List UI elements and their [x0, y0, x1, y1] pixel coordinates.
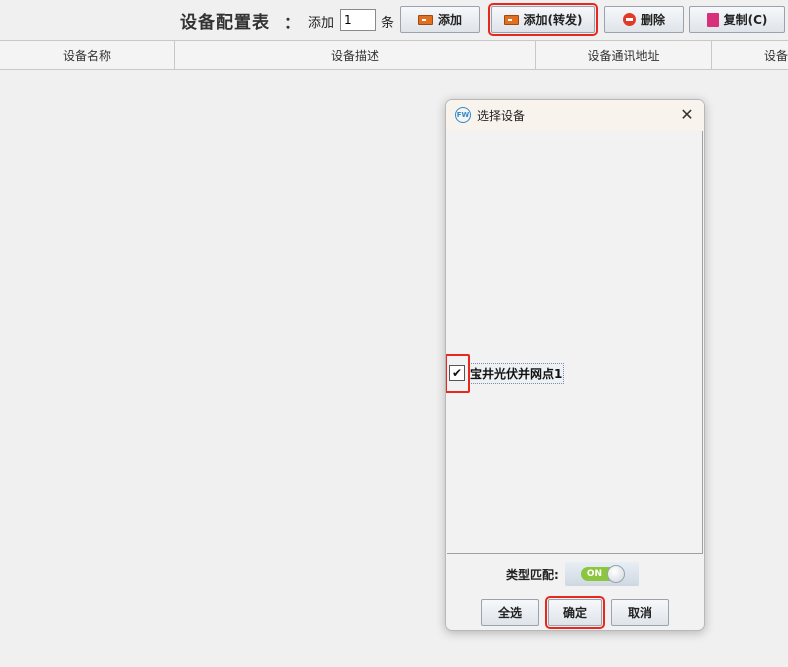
select-all-button[interactable]: 全选 [481, 599, 539, 626]
type-match-label: 类型匹配: [506, 567, 559, 582]
device-item-label[interactable]: 宝井光伏并网点1 [468, 362, 565, 384]
column-header-device-address[interactable]: 设备通讯地址 [536, 41, 712, 70]
add-button-label: 添加 [437, 13, 462, 27]
column-header-device-more[interactable]: 设备 [712, 41, 788, 70]
toggle-knob-icon [606, 565, 625, 583]
checkbox-highlight [446, 354, 470, 393]
add-count-unit: 条 [381, 16, 395, 31]
cancel-button[interactable]: 取消 [611, 599, 669, 626]
select-device-dialog: FW 选择设备 ✕ ✔ 宝井光伏并网点1 类型匹配: ON 全选 确定 取消 [445, 99, 705, 631]
checkbox-wrapper: ✔ [446, 354, 470, 393]
dialog-title: 选择设备 [477, 109, 526, 123]
title-colon: ： [284, 13, 301, 32]
table-header: 设备名称 设备描述 设备通讯地址 设备 [0, 40, 788, 70]
close-icon[interactable]: ✕ [678, 105, 696, 124]
toolbar: 设备配置表 ： 添加 条 添加 添加(转发) 删除 复制(C) [0, 0, 788, 40]
toggle-track: ON [580, 565, 625, 583]
column-header-device-name[interactable]: 设备名称 [0, 41, 175, 70]
add-count-input[interactable] [340, 9, 376, 31]
type-match-toggle[interactable]: ON [564, 562, 639, 586]
app-logo-icon: FW [455, 107, 471, 123]
type-match-row: 类型匹配: ON [506, 562, 639, 586]
delete-button-label: 删除 [640, 13, 665, 27]
add-count-label: 添加 [308, 16, 335, 31]
device-list[interactable]: ✔ 宝井光伏并网点1 [446, 131, 703, 554]
add-forward-button[interactable]: 添加(转发) [488, 3, 598, 36]
add-forward-icon [503, 14, 519, 25]
delete-icon [622, 13, 636, 26]
copy-button-label: 复制(C) [723, 13, 768, 27]
ok-button[interactable]: 确定 [545, 596, 605, 629]
list-item[interactable]: ✔ 宝井光伏并网点1 [446, 354, 565, 393]
page-title: 设备配置表 [180, 13, 270, 33]
copy-icon [706, 10, 722, 27]
add-forward-button-label: 添加(转发) [523, 13, 583, 27]
add-icon [417, 14, 433, 25]
toggle-state-label: ON [586, 569, 602, 579]
copy-button[interactable]: 复制(C) [689, 6, 785, 33]
add-button[interactable]: 添加 [400, 6, 480, 33]
column-header-device-description[interactable]: 设备描述 [175, 41, 536, 70]
dialog-titlebar[interactable]: FW 选择设备 ✕ [446, 100, 704, 130]
delete-button[interactable]: 删除 [604, 6, 684, 33]
